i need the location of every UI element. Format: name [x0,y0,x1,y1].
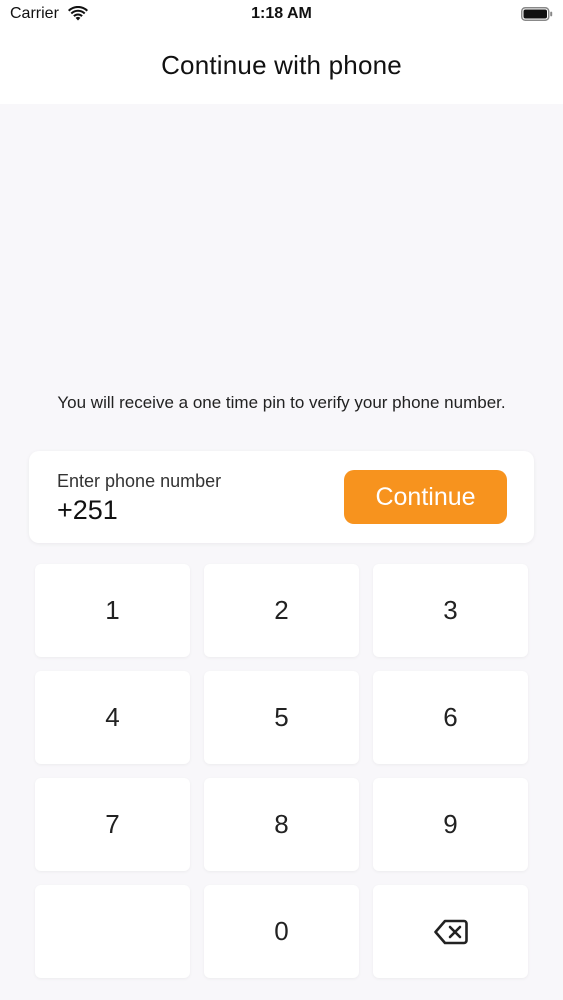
keypad-key-3[interactable]: 3 [373,564,528,657]
keypad-key-9[interactable]: 9 [373,778,528,871]
battery-icon [521,7,553,21]
keypad-key-2[interactable]: 2 [204,564,359,657]
keypad-key-7[interactable]: 7 [35,778,190,871]
keypad-key-5[interactable]: 5 [204,671,359,764]
keypad-key-0[interactable]: 0 [204,885,359,978]
keypad-key-1[interactable]: 1 [35,564,190,657]
phone-input-card: Enter phone number +251 Continue [29,451,534,543]
keypad-key-4[interactable]: 4 [35,671,190,764]
keypad-key-6[interactable]: 6 [373,671,528,764]
keypad-backspace-button[interactable] [373,885,528,978]
status-bar: Carrier 1:18 AM [0,0,563,30]
keypad-key-blank [35,885,190,978]
backspace-icon [433,919,468,944]
navigation-header: Continue with phone [0,30,563,104]
keypad-key-8[interactable]: 8 [204,778,359,871]
status-time: 1:18 AM [251,5,312,22]
phone-number-label: Enter phone number [57,471,222,491]
phone-number-field[interactable]: +251 [57,495,118,526]
continue-button[interactable]: Continue [344,470,507,524]
otp-info-text: You will receive a one time pin to verif… [57,393,506,412]
page-title: Continue with phone [161,50,402,80]
